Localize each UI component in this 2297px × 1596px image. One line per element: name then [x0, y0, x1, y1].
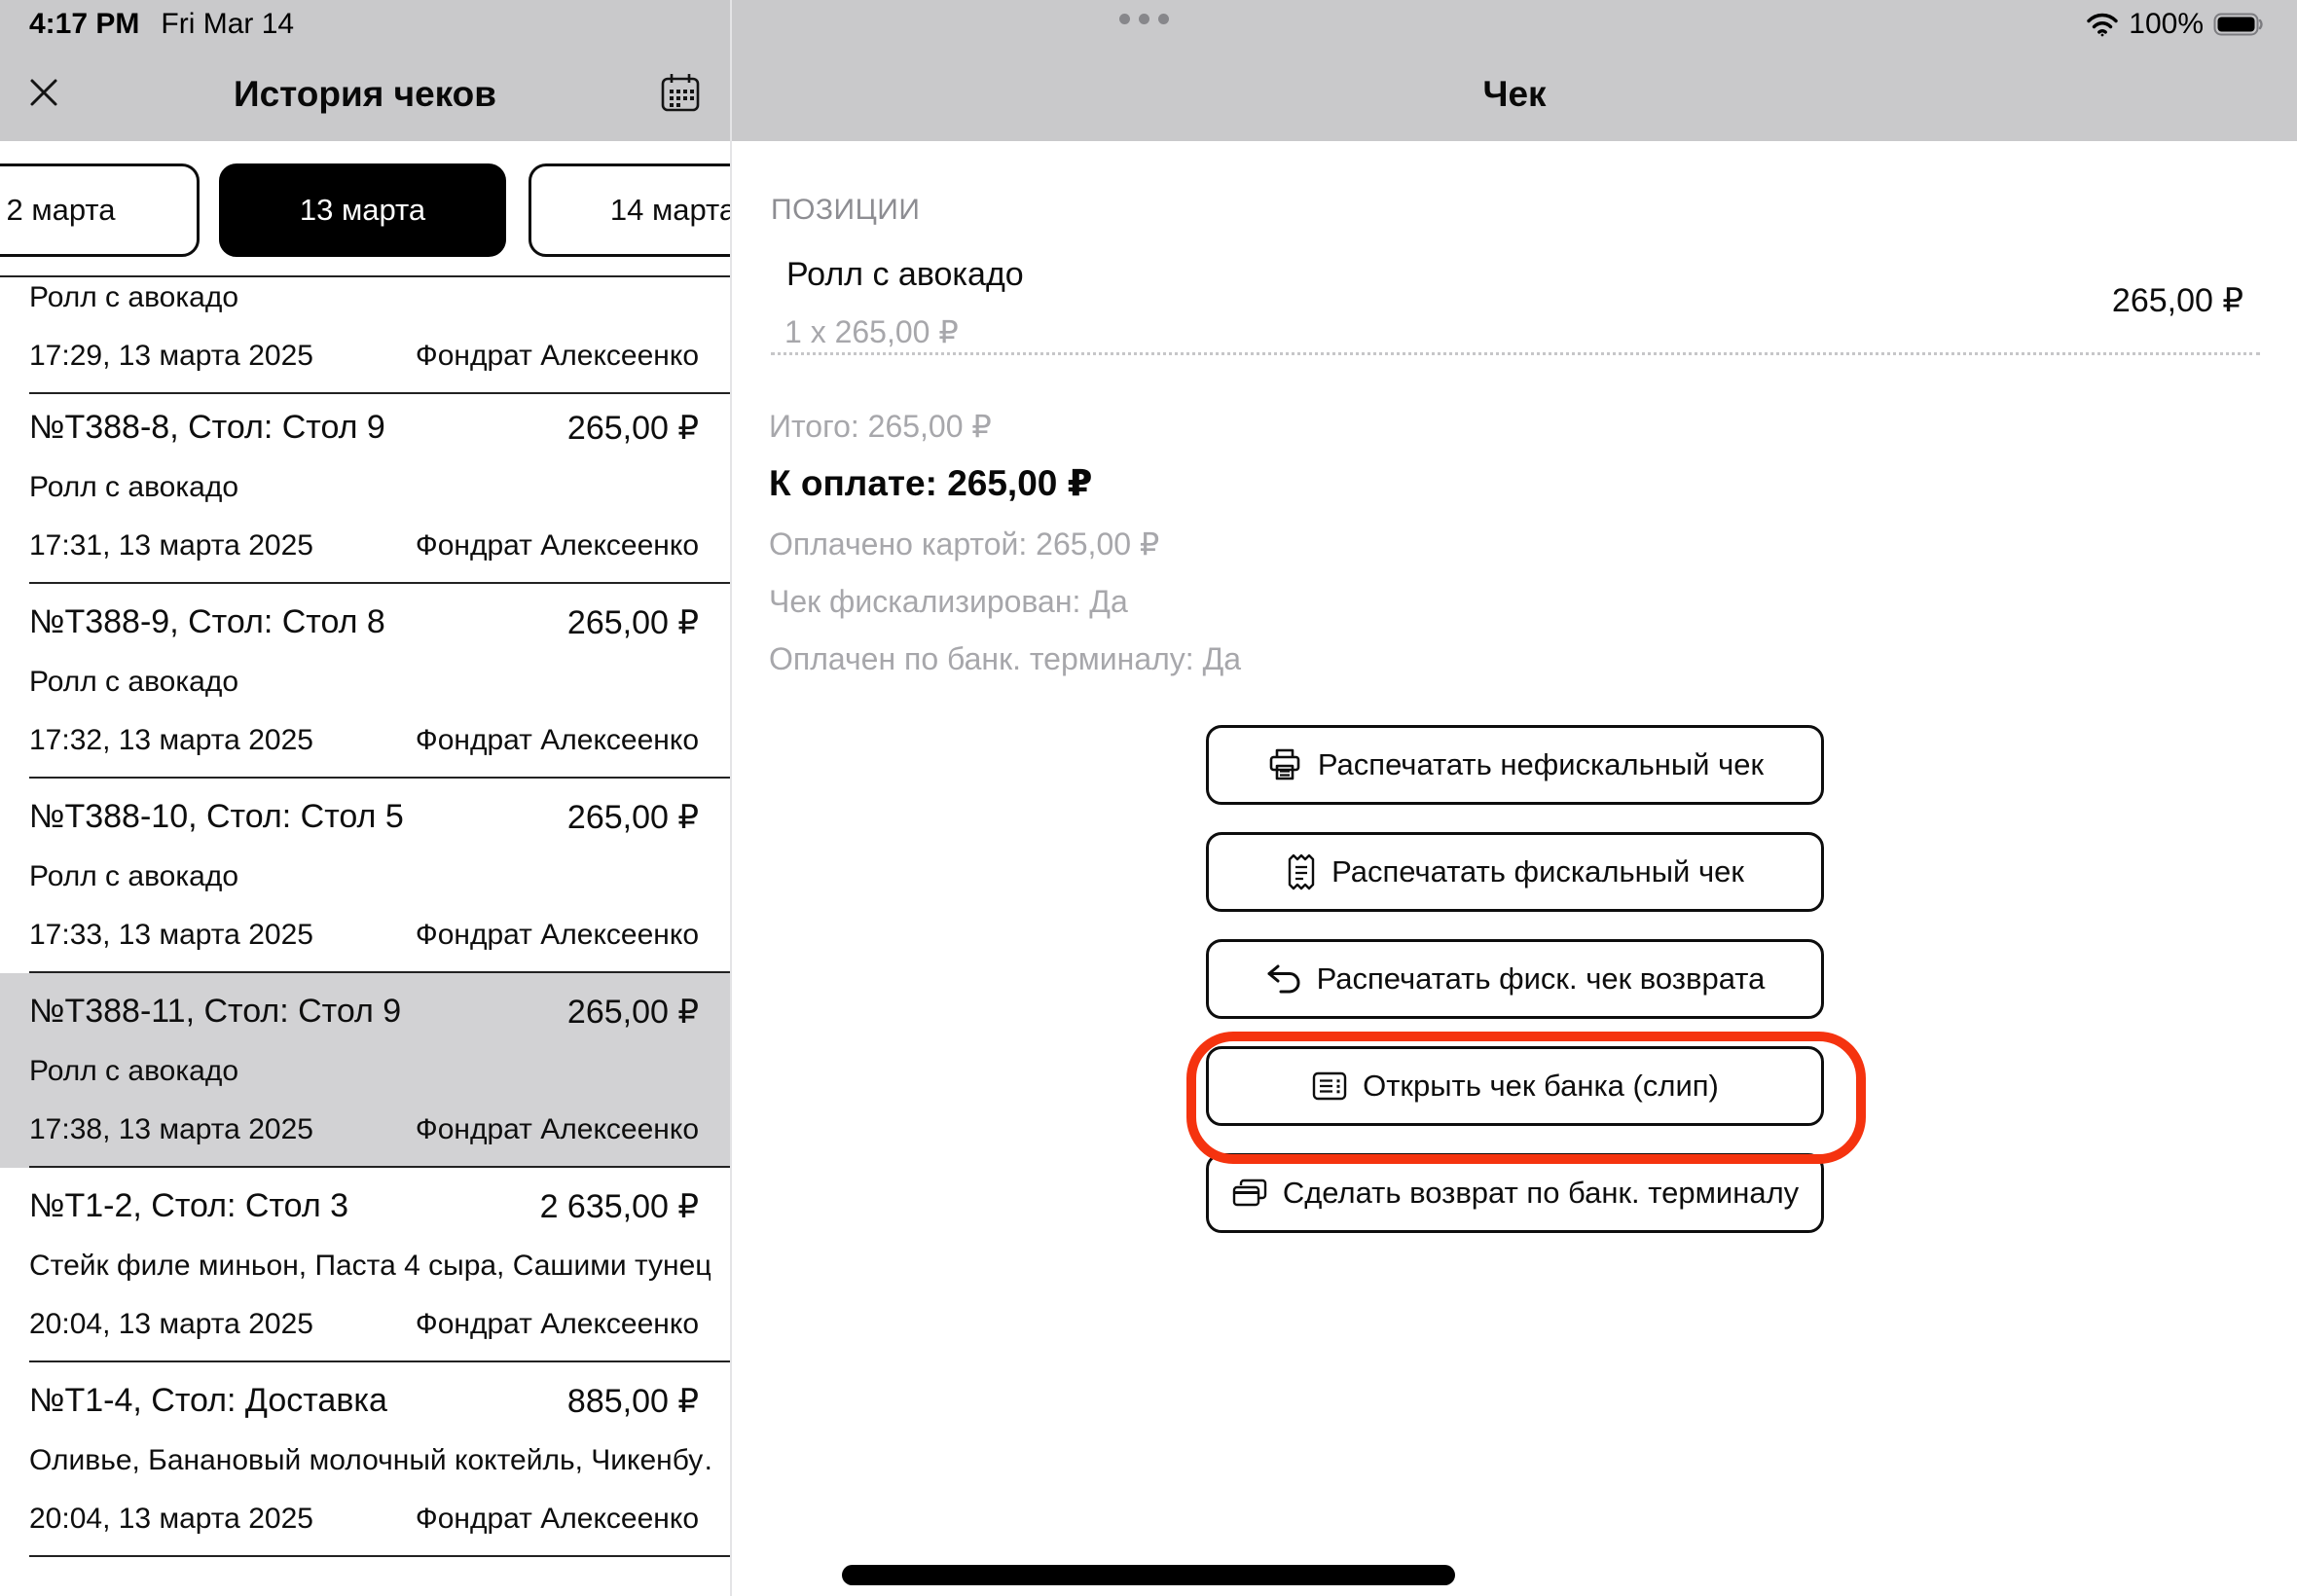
position-qty-price: 1 x 265,00 ₽ — [784, 313, 959, 350]
summary-fiscalized: Чек фискализирован: Да — [769, 584, 1128, 620]
receipt-cashier: Фондрат Алексеенко — [416, 1308, 699, 1341]
right-header: Чек 100% — [732, 0, 2297, 141]
receipt-meta: 20:04, 13 марта 2025 Фондрат Алексеенко — [29, 1308, 699, 1341]
home-indicator[interactable] — [842, 1565, 1455, 1585]
print-fiscal-button[interactable]: Распечатать фискальный чек — [1206, 832, 1824, 912]
receipt-row-t388-9[interactable]: №Т388-9, Стол: Стол 8 265,00 ₽ Ролл с ав… — [0, 584, 730, 779]
status-time: 4:17 PM — [29, 8, 139, 41]
date-tab-14-march[interactable]: 14 марта — [529, 163, 730, 257]
bank-slip-icon — [1311, 1070, 1348, 1102]
receipt-items: Ролл с авокадо — [29, 666, 711, 699]
receipt-meta: 17:38, 13 марта 2025 Фондрат Алексеенко — [29, 1113, 699, 1146]
status-bar-left: 4:17 PM Fri Mar 14 — [29, 8, 294, 41]
battery-icon — [2213, 12, 2264, 37]
receipt-title: №Т388-9, Стол: Стол 8 — [29, 603, 385, 641]
calendar-icon — [658, 70, 703, 115]
button-label: Открыть чек банка (слип) — [1363, 1069, 1719, 1104]
print-refund-fiscal-button[interactable]: Распечатать фиск. чек возврата — [1206, 939, 1824, 1019]
receipt-price: 885,00 ₽ — [567, 1382, 699, 1421]
summary-paid-card: Оплачено картой: 265,00 ₽ — [769, 526, 1159, 562]
receipt-title: №Т388-10, Стол: Стол 5 — [29, 798, 404, 836]
receipt-cashier: Фондрат Алексеенко — [416, 724, 699, 757]
button-label: Сделать возврат по банк. терминалу — [1283, 1176, 1799, 1211]
app-screen: 4:17 PM Fri Mar 14 История чеков — [0, 0, 2297, 1596]
receipt-list: Ролл с авокадо 17:29, 13 марта 2025 Фонд… — [0, 275, 730, 1596]
positions-section-label: ПОЗИЦИИ — [771, 194, 920, 227]
receipt-meta: 17:32, 13 марта 2025 Фондрат Алексеенко — [29, 724, 699, 757]
fiscal-receipt-icon — [1286, 852, 1317, 891]
receipt-price: 265,00 ₽ — [567, 993, 699, 1032]
row-divider — [29, 1555, 730, 1557]
receipt-title: №Т1-2, Стол: Стол 3 — [29, 1187, 348, 1225]
button-label: Распечатать нефискальный чек — [1318, 747, 1764, 782]
receipt-time: 20:04, 13 марта 2025 — [29, 1308, 313, 1341]
receipt-price: 265,00 ₽ — [567, 603, 699, 642]
receipt-items: Ролл с авокадо — [29, 471, 711, 504]
button-label: Распечатать фиск. чек возврата — [1317, 961, 1766, 997]
page-title: История чеков — [0, 74, 730, 115]
date-tab-13-march[interactable]: 13 марта — [219, 163, 506, 257]
receipt-meta: 20:04, 13 марта 2025 Фондрат Алексеенко — [29, 1503, 699, 1536]
receipt-time: 17:32, 13 марта 2025 — [29, 724, 313, 757]
receipt-time: 17:29, 13 марта 2025 — [29, 340, 313, 373]
receipt-row-t388-11-selected[interactable]: №Т388-11, Стол: Стол 9 265,00 ₽ Ролл с а… — [0, 973, 730, 1168]
receipt-title: №Т1-4, Стол: Доставка — [29, 1382, 387, 1420]
calendar-button[interactable] — [658, 70, 703, 115]
terminal-refund-button[interactable]: Сделать возврат по банк. терминалу — [1206, 1153, 1824, 1233]
receipt-title: №Т388-11, Стол: Стол 9 — [29, 993, 401, 1031]
card-return-icon — [1231, 1178, 1268, 1209]
receipt-items: Ролл с авокадо — [29, 281, 711, 314]
status-date: Fri Mar 14 — [161, 8, 294, 41]
summary-to-pay: К оплате: 265,00 ₽ — [769, 462, 1092, 504]
receipt-time: 17:33, 13 марта 2025 — [29, 919, 313, 952]
receipt-row-t388-10[interactable]: №Т388-10, Стол: Стол 5 265,00 ₽ Ролл с а… — [0, 779, 730, 973]
panel-separator — [730, 0, 732, 1596]
receipt-title: №Т388-8, Стол: Стол 9 — [29, 409, 385, 447]
receipt-time: 20:04, 13 марта 2025 — [29, 1503, 313, 1536]
receipt-cashier: Фондрат Алексеенко — [416, 529, 699, 562]
receipt-items: Ролл с авокадо — [29, 1055, 711, 1088]
receipt-row-t388-8[interactable]: №Т388-8, Стол: Стол 9 265,00 ₽ Ролл с ав… — [0, 389, 730, 584]
receipt-row-partial[interactable]: Ролл с авокадо 17:29, 13 марта 2025 Фонд… — [0, 275, 730, 394]
receipt-price: 265,00 ₽ — [567, 798, 699, 837]
return-arrow-icon — [1265, 963, 1302, 995]
receipt-price: 265,00 ₽ — [567, 409, 699, 448]
window-handle-dots-icon[interactable] — [1119, 14, 1169, 24]
date-tab-2-march[interactable]: 2 марта — [0, 163, 200, 257]
button-label: Распечатать фискальный чек — [1331, 854, 1744, 889]
receipt-detail-panel: Чек 100% — [732, 0, 2297, 1596]
receipt-cashier: Фондрат Алексеенко — [416, 340, 699, 373]
open-bank-slip-button[interactable]: Открыть чек банка (слип) — [1206, 1046, 1824, 1126]
receipt-row-t1-4[interactable]: №Т1-4, Стол: Доставка 885,00 ₽ Оливье, Б… — [0, 1362, 730, 1557]
receipt-history-panel: 4:17 PM Fri Mar 14 История чеков — [0, 0, 730, 1596]
detail-title: Чек — [732, 74, 2297, 115]
print-nonfiscal-button[interactable]: Распечатать нефискальный чек — [1206, 725, 1824, 805]
receipt-time: 17:38, 13 марта 2025 — [29, 1113, 313, 1146]
receipt-price: 2 635,00 ₽ — [540, 1187, 699, 1226]
printer-icon — [1266, 746, 1303, 783]
summary-total: Итого: 265,00 ₽ — [769, 408, 992, 445]
left-header: 4:17 PM Fri Mar 14 История чеков — [0, 0, 730, 141]
receipt-cashier: Фондрат Алексеенко — [416, 1503, 699, 1536]
receipt-items: Оливье, Банановый молочный коктейль, Чик… — [29, 1444, 711, 1477]
summary-paid-terminal: Оплачен по банк. терминалу: Да — [769, 641, 1241, 677]
receipt-time: 17:31, 13 марта 2025 — [29, 529, 313, 562]
battery-percent: 100% — [2129, 8, 2204, 41]
receipt-meta: 17:33, 13 марта 2025 Фондрат Алексеенко — [29, 919, 699, 952]
receipt-meta: 17:31, 13 марта 2025 Фондрат Алексеенко — [29, 529, 699, 562]
position-name: Ролл с авокадо — [786, 256, 1024, 294]
receipt-row-t1-2[interactable]: №Т1-2, Стол: Стол 3 2 635,00 ₽ Стейк фил… — [0, 1168, 730, 1362]
receipt-cashier: Фондрат Алексеенко — [416, 1113, 699, 1146]
position-total-price: 265,00 ₽ — [2112, 281, 2243, 320]
receipt-items: Стейк филе миньон, Паста 4 сыра, Сашими … — [29, 1250, 711, 1283]
status-bar-right: 100% — [2086, 8, 2264, 41]
receipt-items: Ролл с авокадо — [29, 860, 711, 893]
dotted-divider — [771, 352, 2260, 355]
receipt-meta: 17:29, 13 марта 2025 Фондрат Алексеенко — [29, 340, 699, 373]
wifi-icon — [2086, 12, 2119, 38]
receipt-cashier: Фондрат Алексеенко — [416, 919, 699, 952]
